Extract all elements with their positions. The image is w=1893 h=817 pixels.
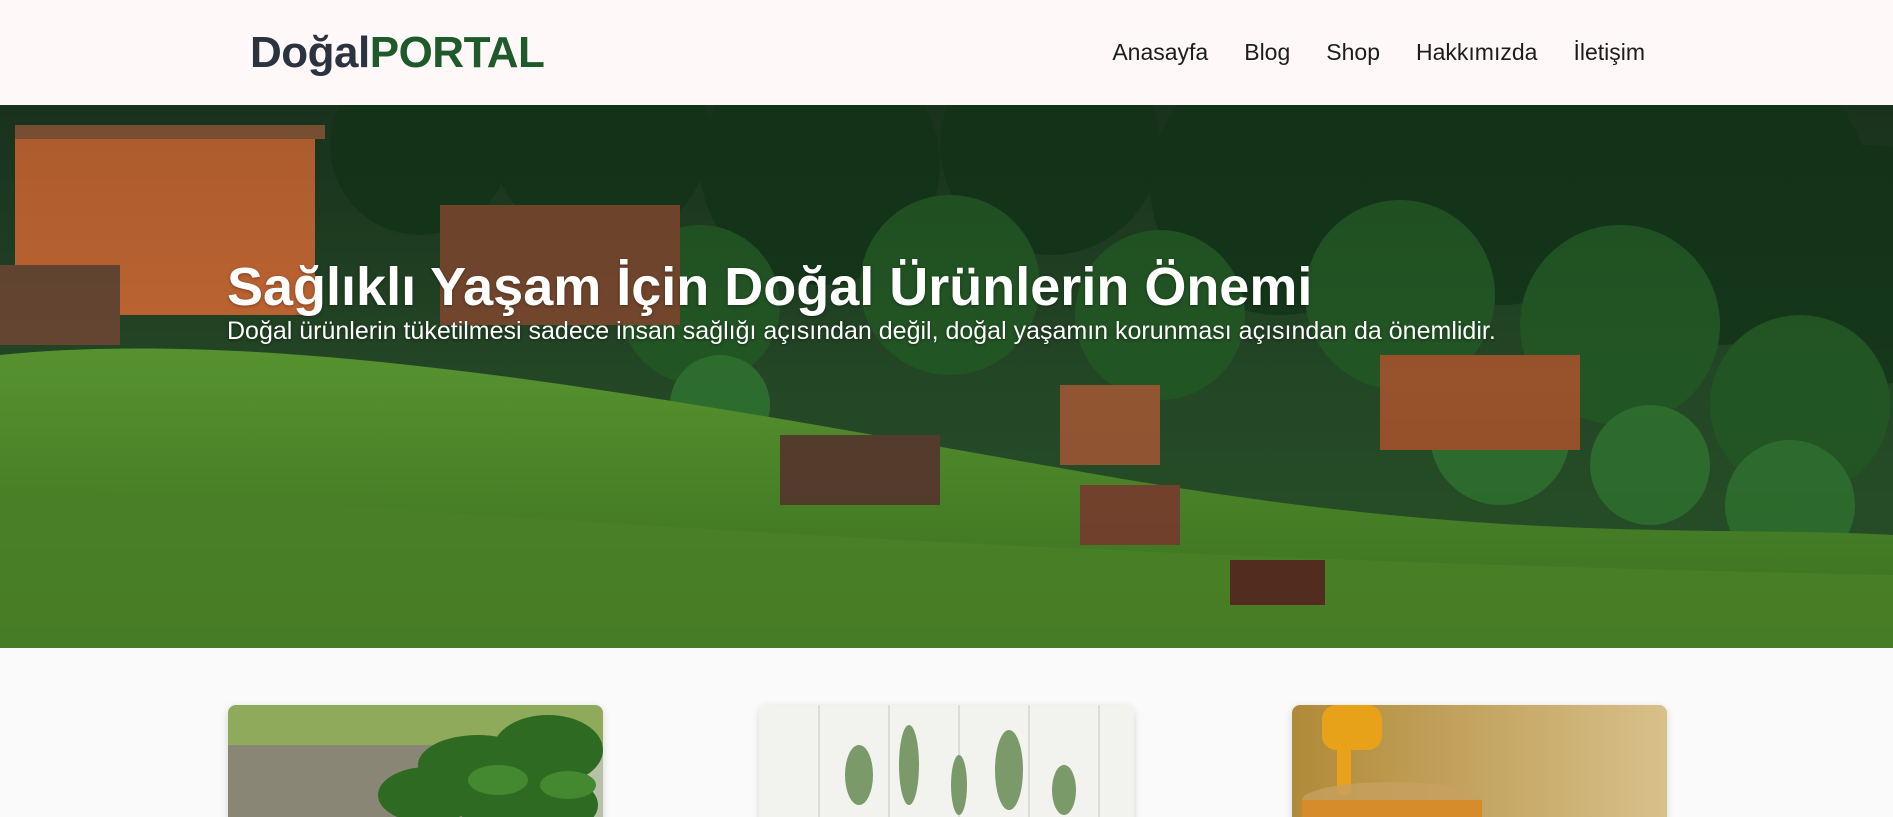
nav-link-shop[interactable]: Shop bbox=[1326, 38, 1380, 66]
hero-title: Sağlıklı Yaşam İçin Doğal Ürünlerin Önem… bbox=[227, 257, 1313, 317]
card-image-honey bbox=[1292, 705, 1667, 817]
article-card-honey[interactable] bbox=[1292, 705, 1667, 817]
site-logo[interactable]: DoğalPORTAL bbox=[250, 28, 545, 78]
logo-text-dogal: Doğal bbox=[250, 28, 370, 77]
nav-link-iletisim[interactable]: İletişim bbox=[1573, 38, 1645, 66]
nav-link-anasayfa[interactable]: Anasayfa bbox=[1112, 38, 1208, 66]
card-image-herbs bbox=[759, 705, 1134, 817]
site-header: DoğalPORTAL Anasayfa Blog Shop Hakkımızd… bbox=[0, 0, 1893, 105]
article-card-herbs[interactable] bbox=[759, 705, 1134, 817]
hero-background-image bbox=[0, 105, 1893, 648]
logo-text-portal: PORTAL bbox=[369, 28, 545, 77]
hero-subtitle: Doğal ürünlerin tüketilmesi sadece insan… bbox=[227, 317, 1496, 345]
card-image-nettle bbox=[228, 705, 603, 817]
nav-link-hakkimizda[interactable]: Hakkımızda bbox=[1416, 38, 1537, 66]
main-nav: Anasayfa Blog Shop Hakkımızda İletişim bbox=[1112, 38, 1645, 66]
article-card-nettle[interactable] bbox=[228, 705, 603, 817]
hero-banner: Sağlıklı Yaşam İçin Doğal Ürünlerin Önem… bbox=[0, 105, 1893, 648]
nav-link-blog[interactable]: Blog bbox=[1244, 38, 1290, 66]
